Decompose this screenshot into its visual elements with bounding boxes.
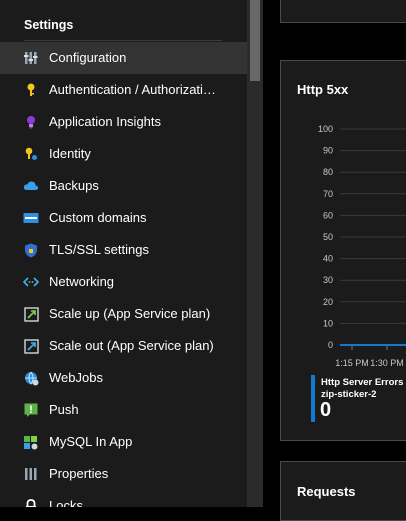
y-tick-label: 90 [323,146,333,156]
x-tick-label: 1:15 PM [335,358,369,368]
y-tick-label: 70 [323,189,333,199]
y-tick-label: 40 [323,254,333,264]
legend-value: 0 [320,399,332,421]
y-tick-label: 10 [323,318,333,328]
legend-series-name: Http Server Errors (Se [321,377,406,388]
y-tick-label: 0 [328,340,333,350]
y-tick-label: 20 [323,297,333,307]
x-tick-label: 1:30 PM [370,358,404,368]
legend-color-bar [311,375,315,422]
http-5xx-chart: 0 10 20 30 40 50 60 70 80 90 100 1:15 PM 1:30 PM [318,124,406,368]
y-tick-label: 100 [318,124,333,134]
y-tick-label: 50 [323,232,333,242]
y-tick-label: 30 [323,275,333,285]
y-tick-label: 60 [323,210,333,220]
y-tick-label: 80 [323,167,333,177]
